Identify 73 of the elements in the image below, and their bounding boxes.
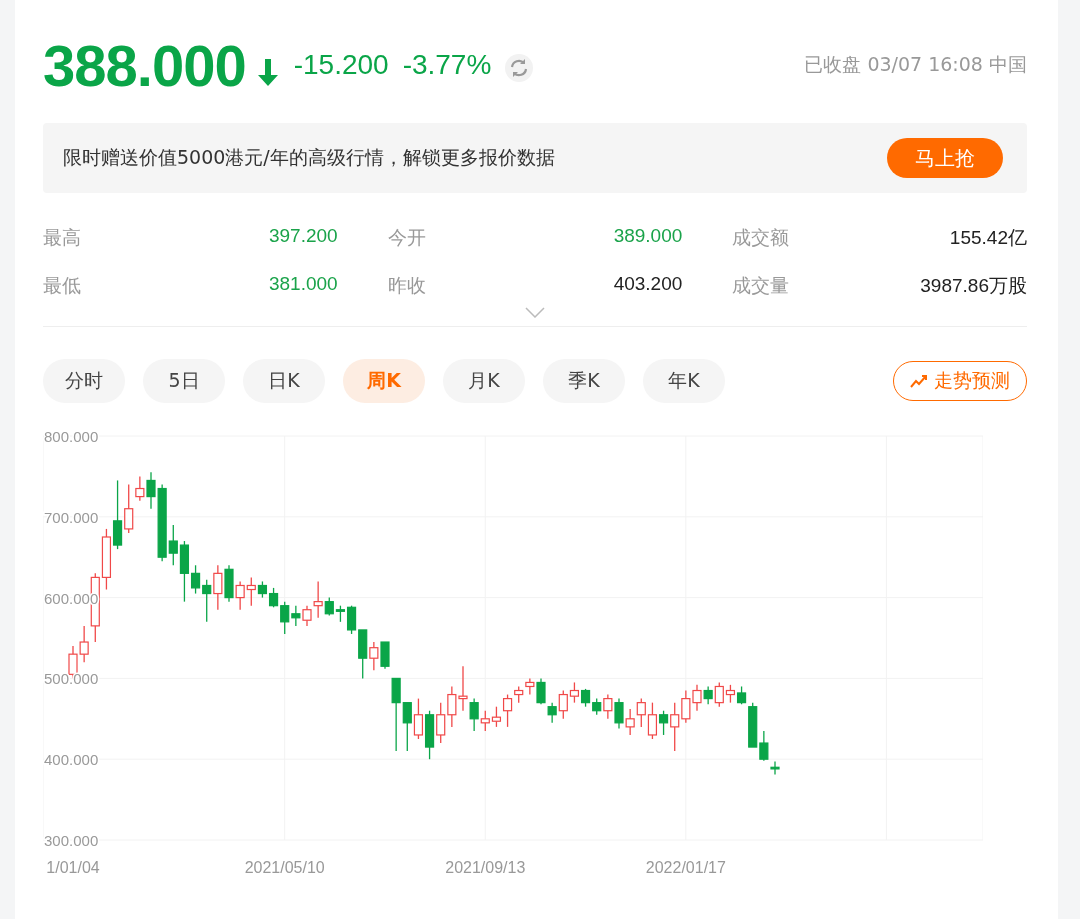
market-status: 已收盘 03/07 16:08 中国 [804,52,1027,77]
trend-chart-icon [910,373,928,389]
y-axis-label: 800.000 [44,428,99,445]
stat-value: 155.42亿 [949,226,1027,250]
candlestick [124,483,134,534]
stat-label: 成交额 [732,225,790,250]
stat-value: 397.200 [268,225,338,248]
stock-price: 388.000 [43,31,246,99]
x-axis-label: 2021/09/13 [445,859,526,876]
candlestick [413,697,424,740]
stat-label: 最低 [43,273,81,298]
candlestick [714,681,724,708]
candlestick [369,641,379,671]
period-tab[interactable]: 季K [543,359,625,403]
stat-value: 3987.86万股 [920,274,1027,298]
candlestick [614,697,624,730]
chevron-down-icon[interactable] [525,307,545,318]
candlestick [569,681,580,704]
stat-label: 最高 [43,225,81,250]
candlestick [213,564,223,611]
candlestick [190,564,201,595]
candlestick [625,708,635,736]
stat-label: 昨收 [387,273,426,298]
candlestick [346,605,357,635]
candlestick [636,697,646,728]
x-axis-label: 2022/01/17 [645,859,726,876]
candlestick [670,701,680,752]
candlestick [759,730,769,762]
period-tab[interactable]: 月K [443,359,525,403]
candlestick [235,580,245,611]
stat-value: 381.000 [268,273,338,296]
candlestick [658,710,669,736]
stat-label: 今开 [387,225,426,250]
y-axis-label: 400.000 [44,751,99,769]
candlestick [268,587,279,608]
x-axis-label: 1/01/04 [46,859,100,876]
x-axis-label: 2021/05/10 [244,859,325,876]
candlestick [770,760,780,776]
candlestick [135,475,145,502]
candlestick [402,701,412,752]
y-axis-label: 300.000 [44,832,99,849]
candlestick [168,524,178,566]
period-tab[interactable]: 分时 [43,359,125,403]
candlestick [313,580,323,619]
refresh-icon[interactable] [505,54,534,82]
candlestick [302,605,312,627]
price-change: -15.200 [293,49,389,81]
candlestick [491,706,502,728]
stat-value: 403.200 [613,273,683,296]
promo-text: 限时赠送价值5000港元/年的高级行情，解锁更多报价数据 [63,145,555,170]
period-tab[interactable]: 5日 [143,359,225,403]
change-percent: -3.77% [402,49,492,81]
down-arrow-icon [255,57,280,87]
y-axis-label: 700.000 [44,508,99,526]
period-tab[interactable]: 年K [643,359,725,403]
candlestick [647,701,658,740]
candlestick [246,576,256,607]
candlestick [469,697,479,732]
candlestick [436,701,446,744]
candlestick [536,677,546,705]
period-tab[interactable]: 日K [243,359,325,403]
stat-label: 成交量 [732,273,790,298]
candlestick [202,579,212,623]
candlestick [525,677,535,696]
candlestick [291,605,301,627]
candlestick [502,693,513,728]
candlestick [280,600,290,635]
candlestick [480,710,490,732]
candlestick [558,689,568,720]
stat-value: 389.000 [613,225,683,248]
candlestick [603,693,613,720]
y-axis-label: 500.000 [44,670,99,688]
candlestick [547,701,557,724]
